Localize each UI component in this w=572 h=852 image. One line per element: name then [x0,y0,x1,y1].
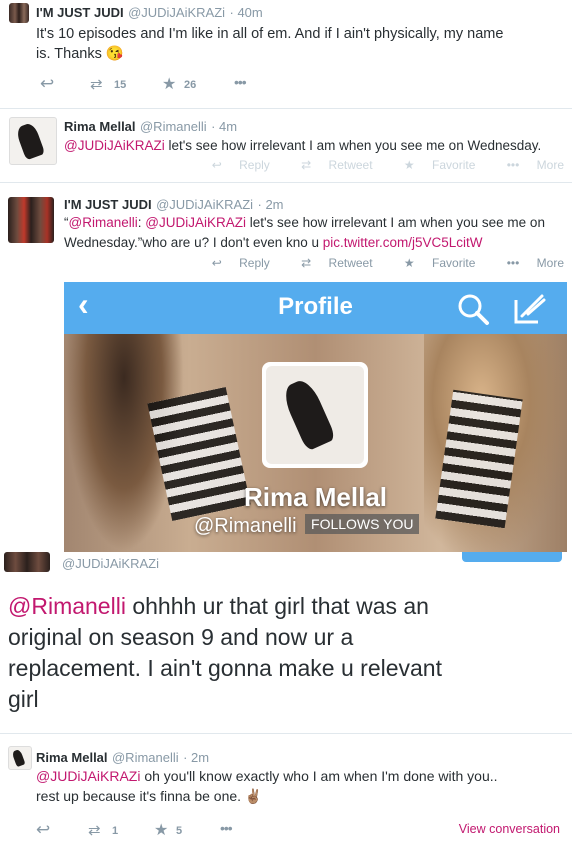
mention-link[interactable]: @JUDiJAiKRAZi [64,138,165,153]
retweet-action[interactable]: ⇄ Retweet [287,158,372,172]
timestamp[interactable]: · 2m [258,197,284,212]
reply-icon[interactable]: ↩ [40,74,54,94]
view-conversation-link[interactable]: View conversation [459,822,560,836]
star-icon[interactable]: ★ [154,820,168,840]
tweet-text: @JUDiJAiKRAZi oh you'll know exactly who… [36,768,498,804]
tweet-actions: ↩ Reply ⇄ Retweet ★ Favorite ••• More [184,256,564,270]
avatar[interactable] [8,746,32,770]
favorite-count: 26 [184,79,197,91]
tweet-text: It's 10 episodes and I'm like in all of … [36,26,504,62]
profile-avatar [262,362,368,468]
profile-title: Profile [278,293,353,320]
favorite-action[interactable]: ★ Favorite [390,158,475,172]
retweet-icon: ⇄ [301,158,315,172]
divider [0,733,572,734]
avatar[interactable] [9,117,57,165]
star-icon: ★ [403,158,419,172]
more-icon: ••• [506,158,523,172]
reply-icon: ↩ [211,256,226,270]
mention-link[interactable]: @JUDiJAiKRAZi [145,215,246,230]
author-name[interactable]: I'M JUST JUDI [36,5,124,20]
reply-icon: ↩ [211,158,226,172]
star-icon[interactable]: ★ [162,74,176,94]
attached-photo[interactable]: ‹ Profile Rima Mellal @Rimanelli FOLLOWS… [64,282,567,552]
retweet-count: 1 [112,825,119,837]
timestamp[interactable]: · 4m [211,119,237,134]
pic-link[interactable]: pic.twitter.com/j5VC5LcitW [323,235,483,250]
divider [0,108,572,109]
reply-action[interactable]: ↩ Reply [198,256,270,270]
tweet-actions: ↩ ⇄ 1 ★ 5 ••• [36,820,296,840]
retweet-icon[interactable]: ⇄ [88,821,101,839]
search-icon [458,294,489,325]
author-name[interactable]: Rima Mellal [64,119,136,134]
author-handle[interactable]: @Rimanelli [112,750,179,765]
favorite-action[interactable]: ★ Favorite [390,256,475,270]
compose-icon [514,294,546,324]
star-icon: ★ [403,256,419,270]
avatar[interactable] [4,552,50,572]
avatar[interactable] [8,197,54,243]
more-icon: ••• [506,256,523,270]
follows-you-badge: FOLLOWS YOU [305,514,420,534]
tweet-actions: ↩ Reply ⇄ Retweet ★ Favorite ••• More [184,158,564,172]
mention-link[interactable]: @Rimanelli [8,593,126,619]
more-icon[interactable]: ••• [234,74,247,90]
more-action[interactable]: ••• More [493,256,564,270]
peace-emoji: ✌🏽 [244,788,263,804]
avatar[interactable] [9,3,29,23]
more-action[interactable]: ••• More [493,158,564,172]
author-handle[interactable]: @JUDiJAiKRAZi [156,197,253,212]
retweet-count: 15 [114,79,127,91]
profile-header-bar: ‹ Profile [64,282,567,334]
tweet-text: @Rimanelli ohhhh ur that girl that was a… [8,593,442,712]
retweet-action[interactable]: ⇄ Retweet [287,256,372,270]
author-handle[interactable]: @Rimanelli [140,119,207,134]
profile-handle: @Rimanelli [194,515,297,537]
author-handle[interactable]: @JUDiJAiKRAZi [128,5,225,20]
tweet-text: @JUDiJAiKRAZi let's see how irrelevant I… [64,138,542,153]
retweet-icon: ⇄ [301,256,315,270]
author-handle[interactable]: @JUDiJAiKRAZi [62,556,159,571]
divider [0,182,572,183]
reply-icon[interactable]: ↩ [36,820,50,840]
profile-name: Rima Mellal [243,482,388,512]
reply-action[interactable]: ↩ Reply [198,158,270,172]
favorite-count: 5 [176,825,183,837]
tweet-actions: ↩ ⇄ 15 ★ 26 ••• [36,74,296,94]
mention-link[interactable]: @Rimanelli [69,215,138,230]
follow-button[interactable] [462,552,562,562]
timestamp[interactable]: · 40m [230,5,263,20]
author-name[interactable]: I'M JUST JUDI [64,197,152,212]
mention-link[interactable]: @JUDiJAiKRAZi [36,768,140,784]
more-icon[interactable]: ••• [220,820,233,836]
profile-background-photo: Rima Mellal @Rimanelli FOLLOWS YOU [64,334,567,552]
timestamp[interactable]: · 2m [183,750,209,765]
kiss-emoji: 😘 [105,46,124,62]
tweet-text: “@Rimanelli: @JUDiJAiKRAZi let's see how… [64,215,545,250]
retweet-icon[interactable]: ⇄ [90,75,103,93]
author-name[interactable]: Rima Mellal [36,750,108,765]
